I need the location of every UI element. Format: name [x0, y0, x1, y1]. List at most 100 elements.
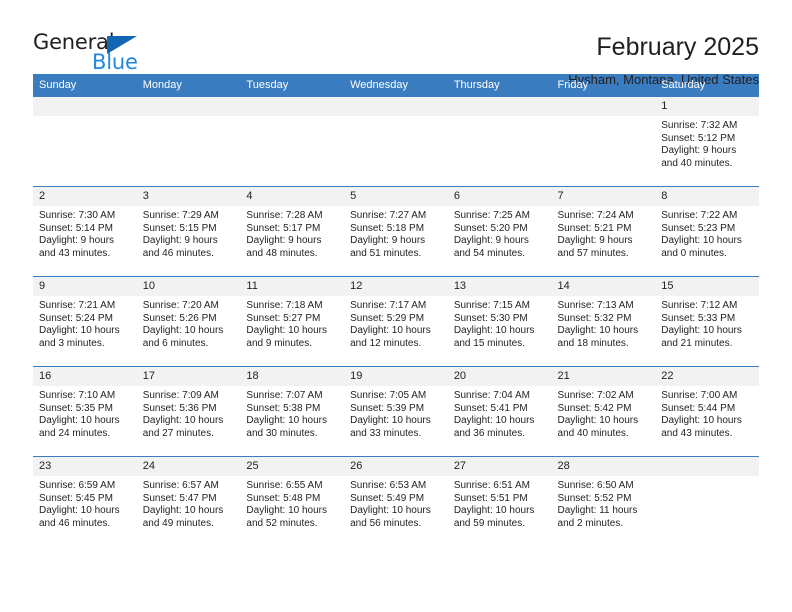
calendar-day-cell[interactable]: 21 Sunrise: 7:02 AM Sunset: 5:42 PM Dayligh…	[551, 366, 656, 457]
day-number: 5	[344, 187, 448, 206]
calendar-day-cell[interactable]: 7 Sunrise: 7:24 AM Sunset: 5:21 PM Daylight…	[551, 186, 656, 277]
day-details: Sunrise: 7:04 AM Sunset: 5:41 PM Daylight:…	[448, 386, 552, 440]
sunset-text: Sunset: 5:26 PM	[142, 312, 217, 324]
day-cell-inner: 11 Sunrise: 7:18 AM Sunset: 5:27 PM Dayligh…	[240, 277, 345, 366]
calendar-day-cell[interactable]: 17 Sunrise: 7:09 AM Sunset: 5:36 PM Dayligh…	[136, 366, 241, 457]
sunset-text: Sunset: 5:44 PM	[661, 402, 736, 414]
calendar-day-cell[interactable]: 15 Sunrise: 7:12 AM Sunset: 5:33 PM Dayligh…	[655, 276, 759, 367]
calendar-day-cell[interactable]: 12 Sunrise: 7:17 AM Sunset: 5:29 PM Dayligh…	[344, 276, 448, 367]
calendar-day-cell[interactable]: 20 Sunrise: 7:04 AM Sunset: 5:41 PM Dayligh…	[447, 366, 552, 457]
sunrise-text: Sunrise: 7:20 AM	[142, 300, 219, 311]
sunrise-text: Sunrise: 6:55 AM	[246, 480, 323, 491]
day-number: 14	[551, 277, 656, 296]
sunrise-text: Sunrise: 7:27 AM	[350, 210, 427, 221]
daylight-text: Daylight: 10 hours and 40 minutes.	[557, 415, 639, 439]
day-details: Sunrise: 7:21 AM Sunset: 5:24 PM Daylight:…	[33, 296, 137, 350]
calendar-day-cell[interactable]: 22 Sunrise: 7:00 AM Sunset: 5:44 PM Dayligh…	[655, 366, 759, 457]
sunrise-text: Sunrise: 7:12 AM	[661, 300, 738, 311]
sunrise-text: Sunrise: 7:28 AM	[246, 210, 323, 221]
day-number: 24	[136, 457, 241, 476]
calendar-day-cell[interactable]: 1 Sunrise: 7:32 AM Sunset: 5:12 PM Daylight…	[655, 96, 759, 187]
day-details: Sunrise: 7:30 AM Sunset: 5:14 PM Daylight:…	[33, 206, 137, 260]
sunset-text: Sunset: 5:35 PM	[39, 402, 113, 414]
daylight-text: Daylight: 10 hours and 49 minutes.	[142, 505, 224, 529]
day-cell-inner: 5 Sunrise: 7:27 AM Sunset: 5:18 PM Daylight…	[344, 187, 448, 276]
daylight-text: Daylight: 11 hours and 2 minutes.	[557, 505, 638, 529]
sunset-text: Sunset: 5:51 PM	[453, 492, 528, 504]
sunset-text: Sunset: 5:33 PM	[661, 312, 736, 324]
calendar-day-cell[interactable]: 23 Sunrise: 6:59 AM Sunset: 5:45 PM Dayligh…	[33, 456, 137, 547]
day-number	[655, 457, 759, 476]
day-cell-inner: 4 Sunrise: 7:28 AM Sunset: 5:17 PM Daylight…	[240, 187, 345, 276]
calendar-day-cell[interactable]: 16 Sunrise: 7:10 AM Sunset: 5:35 PM Dayligh…	[33, 366, 137, 457]
calendar-day-cell[interactable]: 19 Sunrise: 7:05 AM Sunset: 5:39 PM Dayligh…	[344, 366, 448, 457]
daylight-text: Daylight: 9 hours and 43 minutes.	[39, 235, 115, 259]
general-blue-logo[interactable]: General Blue	[33, 32, 153, 78]
sunset-text: Sunset: 5:21 PM	[557, 222, 632, 234]
calendar-day-cell[interactable]: 2 Sunrise: 7:30 AM Sunset: 5:14 PM Daylight…	[33, 186, 137, 277]
sunset-text: Sunset: 5:23 PM	[661, 222, 736, 234]
calendar-day-cell[interactable]: 6 Sunrise: 7:25 AM Sunset: 5:20 PM Daylight…	[447, 186, 552, 277]
sunrise-text: Sunrise: 7:00 AM	[661, 390, 738, 401]
day-number: 4	[240, 187, 345, 206]
calendar-day-cell[interactable]: 27 Sunrise: 6:51 AM Sunset: 5:51 PM Dayligh…	[447, 456, 552, 547]
calendar-day-cell[interactable]: 5 Sunrise: 7:27 AM Sunset: 5:18 PM Daylight…	[344, 186, 448, 277]
day-cell-inner: 22 Sunrise: 7:00 AM Sunset: 5:44 PM Dayligh…	[655, 367, 759, 456]
calendar-day-cell[interactable]: 9 Sunrise: 7:21 AM Sunset: 5:24 PM Daylight…	[33, 276, 137, 367]
weekday-header-wednesday: Wednesday	[344, 74, 448, 97]
calendar-day-cell[interactable]: 24 Sunrise: 6:57 AM Sunset: 5:47 PM Dayligh…	[136, 456, 241, 547]
calendar-day-cell[interactable]: 26 Sunrise: 6:53 AM Sunset: 5:49 PM Dayligh…	[344, 456, 448, 547]
sunrise-text: Sunrise: 7:29 AM	[142, 210, 219, 221]
daylight-text: Daylight: 10 hours and 56 minutes.	[350, 505, 431, 529]
day-details: Sunrise: 6:53 AM Sunset: 5:49 PM Daylight:…	[344, 476, 448, 530]
day-details: Sunrise: 6:57 AM Sunset: 5:47 PM Daylight:…	[137, 476, 241, 530]
calendar-day-cell[interactable]: 3 Sunrise: 7:29 AM Sunset: 5:15 PM Daylight…	[136, 186, 241, 277]
day-cell-inner: 12 Sunrise: 7:17 AM Sunset: 5:29 PM Dayligh…	[344, 277, 448, 366]
calendar-empty-cell	[240, 96, 345, 187]
day-details: Sunrise: 7:25 AM Sunset: 5:20 PM Daylight:…	[448, 206, 552, 260]
calendar-day-cell[interactable]: 28 Sunrise: 6:50 AM Sunset: 5:52 PM Dayligh…	[551, 456, 656, 547]
day-number: 10	[136, 277, 241, 296]
day-cell-inner: 23 Sunrise: 6:59 AM Sunset: 5:45 PM Dayligh…	[33, 457, 137, 547]
day-number: 9	[33, 277, 137, 296]
sunset-text: Sunset: 5:29 PM	[350, 312, 425, 324]
sunset-text: Sunset: 5:41 PM	[453, 402, 528, 414]
day-details: Sunrise: 6:59 AM Sunset: 5:45 PM Daylight:…	[33, 476, 137, 530]
sunset-text: Sunset: 5:45 PM	[39, 492, 113, 504]
day-number: 2	[33, 187, 137, 206]
daylight-text: Daylight: 9 hours and 46 minutes.	[142, 235, 218, 259]
day-cell-inner: 26 Sunrise: 6:53 AM Sunset: 5:49 PM Dayligh…	[344, 457, 448, 547]
daylight-text: Daylight: 10 hours and 59 minutes.	[453, 505, 535, 529]
day-number: 17	[136, 367, 241, 386]
calendar-day-cell[interactable]: 8 Sunrise: 7:22 AM Sunset: 5:23 PM Daylight…	[655, 186, 759, 277]
calendar-day-cell[interactable]: 11 Sunrise: 7:18 AM Sunset: 5:27 PM Dayligh…	[240, 276, 345, 367]
sunset-text: Sunset: 5:49 PM	[350, 492, 425, 504]
calendar-day-cell[interactable]: 4 Sunrise: 7:28 AM Sunset: 5:17 PM Daylight…	[240, 186, 345, 277]
day-number	[240, 97, 345, 116]
day-cell-inner: 2 Sunrise: 7:30 AM Sunset: 5:14 PM Daylight…	[33, 187, 137, 276]
weekday-header-tuesday: Tuesday	[240, 74, 345, 97]
day-details: Sunrise: 6:51 AM Sunset: 5:51 PM Daylight:…	[448, 476, 552, 530]
day-cell-inner: 9 Sunrise: 7:21 AM Sunset: 5:24 PM Daylight…	[33, 277, 137, 366]
calendar-day-cell[interactable]: 14 Sunrise: 7:13 AM Sunset: 5:32 PM Dayligh…	[551, 276, 656, 367]
calendar-day-cell[interactable]: 25 Sunrise: 6:55 AM Sunset: 5:48 PM Dayligh…	[240, 456, 345, 547]
day-number: 27	[447, 457, 552, 476]
daylight-text: Daylight: 9 hours and 40 minutes.	[661, 145, 737, 169]
calendar-day-cell[interactable]: 13 Sunrise: 7:15 AM Sunset: 5:30 PM Dayligh…	[447, 276, 552, 367]
sunset-text: Sunset: 5:36 PM	[142, 402, 217, 414]
calendar-empty-cell	[33, 96, 137, 187]
day-cell-inner	[551, 97, 656, 186]
calendar-day-cell[interactable]: 18 Sunrise: 7:07 AM Sunset: 5:38 PM Dayligh…	[240, 366, 345, 457]
sunset-text: Sunset: 5:12 PM	[661, 132, 736, 144]
calendar-day-cell[interactable]: 10 Sunrise: 7:20 AM Sunset: 5:26 PM Dayligh…	[136, 276, 241, 367]
day-details: Sunrise: 7:17 AM Sunset: 5:29 PM Daylight:…	[344, 296, 448, 350]
daylight-text: Daylight: 10 hours and 6 minutes.	[142, 325, 224, 349]
page-header: General Blue February 2025 Hysham, Monta…	[33, 0, 759, 88]
daylight-text: Daylight: 10 hours and 52 minutes.	[246, 505, 328, 529]
sunset-text: Sunset: 5:52 PM	[557, 492, 632, 504]
sunset-text: Sunset: 5:20 PM	[453, 222, 528, 234]
calendar-body: 1 Sunrise: 7:32 AM Sunset: 5:12 PM Daylight…	[33, 96, 759, 547]
day-cell-inner	[344, 97, 448, 186]
day-number: 6	[447, 187, 552, 206]
calendar-empty-cell	[447, 96, 552, 187]
